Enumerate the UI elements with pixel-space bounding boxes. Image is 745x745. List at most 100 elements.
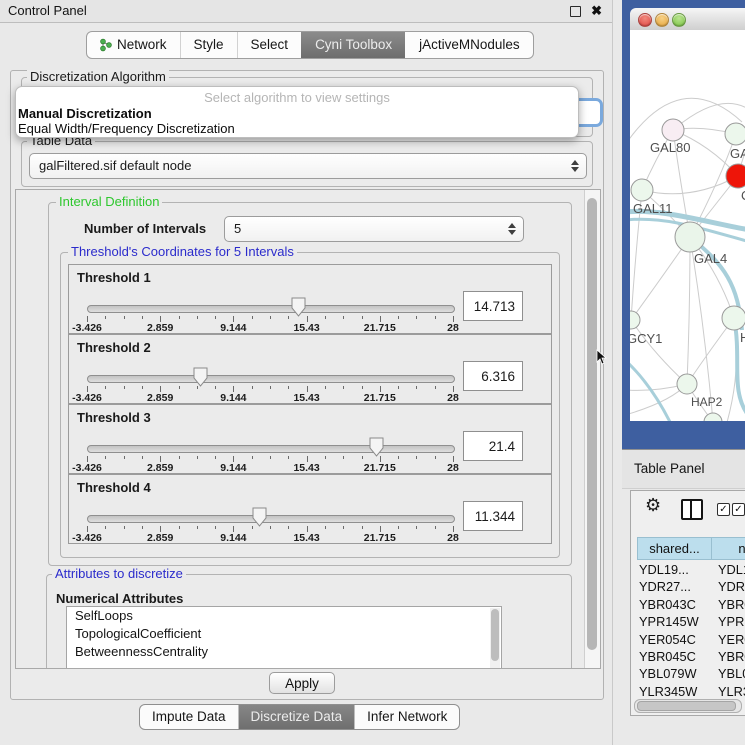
tick-mark: [435, 316, 436, 319]
tick-label: 21.715: [364, 462, 396, 474]
column-header-name[interactable]: n: [711, 537, 745, 560]
slider-track[interactable]: [87, 445, 455, 453]
tick-label: 15.43: [293, 392, 319, 404]
tab-jactivemnodules[interactable]: jActiveMNodules: [405, 32, 533, 58]
window-zoom-icon[interactable]: [672, 13, 686, 27]
slider-track[interactable]: [87, 375, 455, 383]
cell-shared-name: YDR27...: [639, 578, 711, 595]
network-node-gal11[interactable]: [631, 179, 653, 201]
cell-name: YBL0: [718, 665, 745, 682]
slider-thumb[interactable]: [193, 367, 208, 387]
checkbox-icon[interactable]: ✓: [717, 503, 730, 516]
window-minimize-icon[interactable]: [655, 13, 669, 27]
cyni-toolbox-content: Discretization Algorithm Select algorith…: [10, 70, 604, 700]
slider-thumb[interactable]: [291, 297, 306, 317]
network-node-gal4[interactable]: [675, 222, 705, 252]
table-row[interactable]: YDL19...YDL1: [631, 561, 745, 578]
window-close-icon[interactable]: [638, 13, 652, 27]
table-row[interactable]: YER054CYER0: [631, 631, 745, 648]
algorithm-option-manual-discretization[interactable]: Manual Discretization: [18, 106, 152, 121]
tick-mark: [124, 316, 125, 319]
threshold-3-value-field[interactable]: 21.4: [463, 431, 523, 461]
tab-discretize-data[interactable]: Discretize Data: [238, 705, 355, 729]
checkbox-icon[interactable]: ✓: [732, 503, 745, 516]
scrollbar-thumb[interactable]: [587, 198, 597, 650]
split-columns-icon[interactable]: [681, 499, 703, 520]
cell-shared-name: YBR045C: [639, 648, 711, 665]
slider-thumb[interactable]: [252, 507, 267, 527]
column-header-shared-name[interactable]: shared...: [637, 537, 712, 560]
attribute-item-selfloops[interactable]: SelfLoops: [67, 607, 501, 625]
node-label: H: [740, 330, 745, 345]
tick-mark: [362, 386, 363, 389]
slider-tick-labels: -3.4262.8599.14415.4321.71528: [87, 322, 453, 333]
threshold-2-box: Threshold 2-3.4262.8599.14415.4321.71528…: [68, 334, 552, 404]
settings-panel-scrollbar[interactable]: [584, 190, 600, 668]
table-row[interactable]: YBL079WYBL0: [631, 665, 745, 682]
tick-mark: [435, 456, 436, 459]
network-node-gal80[interactable]: [662, 119, 684, 141]
table-horizontal-scrollbar[interactable]: [634, 699, 742, 713]
threshold-2-value-field[interactable]: 6.316: [463, 361, 523, 391]
network-canvas[interactable]: GAL80GACGAL11GAL4GCY1HHAP2: [630, 30, 745, 421]
attributes-list-scrollbar[interactable]: [490, 608, 500, 668]
control-panel: Control Panel ✖ Network Style Select Cyni T…: [0, 0, 613, 745]
tick-mark: [215, 316, 216, 319]
threshold-4-value-field[interactable]: 11.344: [463, 501, 523, 531]
threshold-4-box: Threshold 4-3.4262.8599.14415.4321.71528…: [68, 474, 552, 544]
tick-label: 21.715: [364, 392, 396, 404]
tick-mark: [252, 456, 253, 459]
network-edge[interactable]: [642, 176, 738, 194]
cell-name: YDL1: [718, 561, 745, 578]
slider-track[interactable]: [87, 515, 455, 523]
number-of-intervals-combobox[interactable]: 5: [224, 216, 524, 242]
scrollbar-thumb[interactable]: [637, 701, 736, 711]
tick-mark: [105, 456, 106, 459]
tab-infer-network[interactable]: Infer Network: [354, 705, 459, 729]
control-panel-titlebar: Control Panel ✖: [0, 0, 612, 23]
network-node-gcy1[interactable]: [630, 311, 640, 329]
tab-impute-data[interactable]: Impute Data: [140, 705, 238, 729]
tab-style[interactable]: Style: [180, 32, 237, 58]
slider-tick-labels: -3.4262.8599.14415.4321.71528: [87, 392, 453, 403]
table-data-combobox[interactable]: galFiltered.sif default node: [29, 153, 587, 179]
table-row[interactable]: YPR145WYPR1: [631, 613, 745, 630]
float-panel-icon[interactable]: [570, 6, 581, 17]
table-row[interactable]: YBR043CYBR0: [631, 596, 745, 613]
tab-label: Cyni Toolbox: [315, 32, 392, 58]
tick-mark: [288, 316, 289, 319]
network-node-hap2[interactable]: [677, 374, 697, 394]
tick-mark: [343, 316, 344, 319]
network-node-ga[interactable]: [725, 123, 745, 145]
table-row[interactable]: YBR045C YBR0: [631, 648, 745, 665]
attribute-item-betweennesscentrality[interactable]: BetweennessCentrality: [67, 643, 501, 661]
table-row[interactable]: YDR27...YDR2: [631, 578, 745, 595]
apply-button[interactable]: Apply: [269, 672, 335, 694]
algorithm-option-equal-width-frequency[interactable]: Equal Width/Frequency Discretization: [18, 121, 235, 136]
tab-network[interactable]: Network: [87, 32, 180, 58]
gear-icon[interactable]: ⚙: [645, 495, 661, 516]
network-node-h[interactable]: [722, 306, 745, 330]
tab-cyni-toolbox[interactable]: Cyni Toolbox: [301, 32, 405, 58]
attribute-item-topologicalcoefficient[interactable]: TopologicalCoefficient: [67, 625, 501, 643]
tab-select[interactable]: Select: [237, 32, 302, 58]
tick-label: -3.426: [72, 532, 102, 544]
slider-track[interactable]: [87, 305, 455, 313]
network-edge[interactable]: [630, 98, 742, 145]
table-row[interactable]: YLR345WYLR3: [631, 683, 745, 700]
cell-shared-name: YPR145W: [639, 613, 711, 630]
threshold-1-value-field[interactable]: 14.713: [463, 291, 523, 321]
tick-mark: [142, 456, 143, 459]
tick-mark: [215, 456, 216, 459]
cell-name: YBR0: [718, 648, 745, 665]
table-panel-titlebar: Table Panel: [622, 449, 745, 489]
tick-mark: [197, 316, 198, 319]
close-panel-icon[interactable]: ✖: [591, 0, 602, 21]
tab-label: Style: [194, 32, 224, 58]
cell-shared-name: YLR345W: [639, 683, 711, 700]
network-edge[interactable]: [687, 237, 690, 384]
threshold-label: Threshold 2: [77, 340, 151, 355]
slider-thumb[interactable]: [369, 437, 384, 457]
node-label: GAL80: [650, 140, 690, 155]
network-node-c[interactable]: [726, 164, 745, 188]
